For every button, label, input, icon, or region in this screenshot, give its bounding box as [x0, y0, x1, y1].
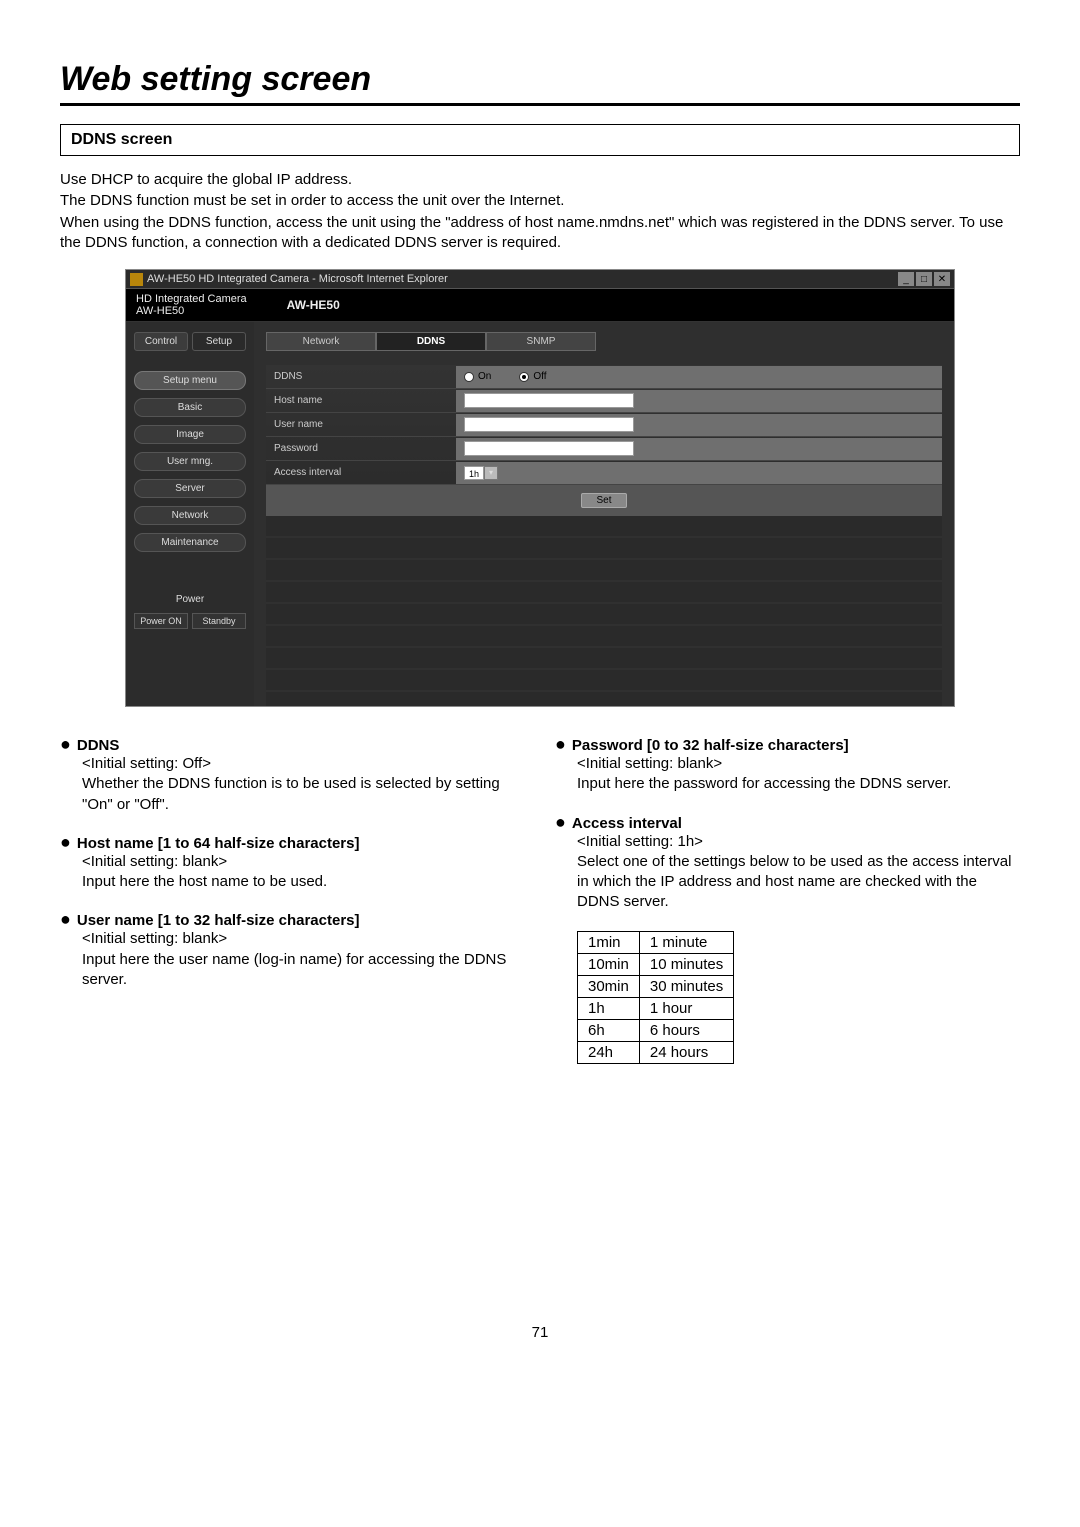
sidebar-item-image[interactable]: Image — [134, 425, 246, 444]
radio-off[interactable]: Off — [519, 371, 546, 382]
item-title-access-interval: Access interval — [572, 815, 682, 832]
cell: 1 hour — [639, 997, 733, 1019]
password-input[interactable] — [464, 441, 634, 456]
table-row: 24h24 hours — [578, 1041, 734, 1063]
app-header: HD Integrated Camera AW-HE50 AW-HE50 — [126, 289, 954, 322]
row-label-username: User name — [266, 419, 456, 430]
page-title: Web setting screen — [60, 60, 1020, 106]
power-label: Power — [134, 594, 246, 605]
sidebar-item-network[interactable]: Network — [134, 506, 246, 525]
section-heading: DDNS screen — [71, 131, 1009, 149]
item-title-ddns: DDNS — [77, 737, 120, 754]
cell: 6 hours — [639, 1019, 733, 1041]
table-row: 10min10 minutes — [578, 953, 734, 975]
maximize-icon[interactable]: □ — [916, 272, 932, 286]
cell: 30 minutes — [639, 975, 733, 997]
cell: 10min — [578, 953, 640, 975]
header-line1: HD Integrated Camera — [136, 293, 247, 305]
row-label-hostname: Host name — [266, 395, 456, 406]
cell: 6h — [578, 1019, 640, 1041]
set-button[interactable]: Set — [581, 493, 626, 508]
tab-snmp[interactable]: SNMP — [486, 332, 596, 351]
bullet-icon: ● — [60, 735, 71, 753]
sidebar-item-server[interactable]: Server — [134, 479, 246, 498]
item-line: Input here the host name to be used. — [82, 872, 525, 892]
cell: 1 minute — [639, 931, 733, 953]
left-column: ● DDNS <Initial setting: Off> Whether the… — [60, 735, 525, 1064]
minimize-icon[interactable]: _ — [898, 272, 914, 286]
header-line2: AW-HE50 — [136, 305, 247, 317]
cell: 1min — [578, 931, 640, 953]
sidebar-tab-control[interactable]: Control — [134, 332, 188, 351]
item-line: <Initial setting: blank> — [577, 754, 1020, 774]
app-icon — [130, 273, 143, 286]
interval-table: 1min1 minute 10min10 minutes 30min30 min… — [577, 931, 734, 1064]
tab-ddns[interactable]: DDNS — [376, 332, 486, 351]
screenshot-window: AW-HE50 HD Integrated Camera - Microsoft… — [125, 269, 955, 707]
table-row: 6h6 hours — [578, 1019, 734, 1041]
chevron-down-icon[interactable]: ▾ — [484, 466, 498, 480]
page-number: 71 — [60, 1324, 1020, 1341]
bullet-icon: ● — [60, 910, 71, 928]
row-label-password: Password — [266, 443, 456, 454]
table-row: 1h1 hour — [578, 997, 734, 1019]
tab-network[interactable]: Network — [266, 332, 376, 351]
right-column: ● Password [0 to 32 half-size characters]… — [555, 735, 1020, 1064]
sidebar-tab-setup[interactable]: Setup — [192, 332, 246, 351]
item-line: <Initial setting: 1h> — [577, 832, 1020, 852]
row-label-ddns: DDNS — [266, 371, 456, 382]
item-title-username: User name [1 to 32 half-size characters] — [77, 912, 360, 929]
settings-form: DDNS On Off Host name User name Password — [266, 365, 942, 516]
cell: 30min — [578, 975, 640, 997]
cell: 10 minutes — [639, 953, 733, 975]
intro-line: Use DHCP to acquire the global IP addres… — [60, 170, 1020, 190]
username-input[interactable] — [464, 417, 634, 432]
select-value: 1h — [464, 466, 484, 480]
window-title: AW-HE50 HD Integrated Camera - Microsoft… — [147, 273, 448, 285]
power-standby-button[interactable]: Standby — [192, 613, 246, 629]
sidebar-item-basic[interactable]: Basic — [134, 398, 246, 417]
item-line: Input here the password for accessing th… — [577, 774, 1020, 794]
access-interval-select[interactable]: 1h ▾ — [464, 466, 498, 480]
sidebar-item-maintenance[interactable]: Maintenance — [134, 533, 246, 552]
cell: 24 hours — [639, 1041, 733, 1063]
row-label-access-interval: Access interval — [266, 467, 456, 478]
hostname-input[interactable] — [464, 393, 634, 408]
radio-on[interactable]: On — [464, 371, 491, 382]
bullet-icon: ● — [555, 813, 566, 831]
power-on-button[interactable]: Power ON — [134, 613, 188, 629]
sidebar-category: Setup menu — [134, 371, 246, 390]
item-line: <Initial setting: Off> — [82, 754, 525, 774]
bullet-icon: ● — [555, 735, 566, 753]
item-line: <Initial setting: blank> — [82, 929, 525, 949]
empty-area — [266, 516, 942, 706]
section-box: DDNS screen — [60, 124, 1020, 156]
item-title-hostname: Host name [1 to 64 half-size characters] — [77, 835, 360, 852]
intro-text: Use DHCP to acquire the global IP addres… — [60, 170, 1020, 253]
cell: 24h — [578, 1041, 640, 1063]
intro-line: When using the DDNS function, access the… — [60, 213, 1020, 254]
item-line: Input here the user name (log-in name) f… — [82, 950, 525, 991]
main-panel: Network DDNS SNMP DDNS On Off Host name — [254, 322, 954, 706]
item-title-password: Password [0 to 32 half-size characters] — [572, 737, 849, 754]
sidebar-item-usermng[interactable]: User mng. — [134, 452, 246, 471]
model-label: AW-HE50 — [287, 298, 340, 312]
sidebar: Control Setup Setup menu Basic Image Use… — [126, 322, 254, 706]
table-row: 30min30 minutes — [578, 975, 734, 997]
table-row: 1min1 minute — [578, 931, 734, 953]
cell: 1h — [578, 997, 640, 1019]
item-line: Whether the DDNS function is to be used … — [82, 774, 525, 815]
bullet-icon: ● — [60, 833, 71, 851]
item-line: Select one of the settings below to be u… — [577, 852, 1020, 913]
item-line: <Initial setting: blank> — [82, 852, 525, 872]
window-titlebar: AW-HE50 HD Integrated Camera - Microsoft… — [126, 270, 954, 289]
close-icon[interactable]: ✕ — [934, 272, 950, 286]
intro-line: The DDNS function must be set in order t… — [60, 191, 1020, 211]
